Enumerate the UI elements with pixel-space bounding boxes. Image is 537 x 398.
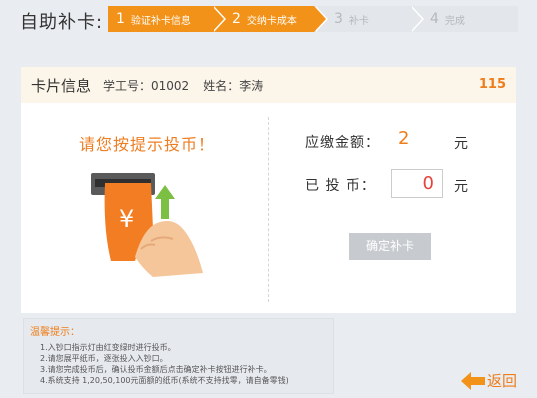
step-3-number: 3 [334, 11, 343, 27]
step-4-label: 完成 [444, 15, 465, 27]
tips-title: 温馨提示： [30, 327, 80, 338]
step-3-label: 补卡 [348, 15, 369, 27]
step-4-number: 4 [430, 11, 439, 27]
step-2-label: 交纳卡成本 [246, 15, 297, 27]
amount-due-label: 应缴金额： [305, 135, 380, 151]
amount-due-unit: 元 [454, 136, 468, 152]
page-title: 自助补卡: [20, 12, 104, 33]
step-1-number: 1 [116, 11, 125, 27]
step-1: 1 验证补卡信息 [108, 6, 226, 32]
insert-prompt: 请您按提示投币！ [79, 135, 216, 154]
back-label: 返回 [487, 372, 518, 390]
divider [268, 117, 269, 302]
staff-name: 姓名：李涛 [203, 78, 264, 93]
confirm-reissue-button[interactable]: 确定补卡 [349, 233, 431, 260]
tips-panel: 温馨提示： 1.入钞口指示灯由红变绿时进行投币。 2.请您展平纸币，逐张投入入钞… [23, 318, 334, 394]
tip-line: 2.请您展平纸币，逐张投入入钞口。 [40, 354, 168, 363]
back-button[interactable]: 返回 [461, 370, 517, 391]
step-2-number: 2 [232, 11, 241, 27]
tip-line: 1.入钞口指示灯由红变绿时进行投币。 [40, 343, 176, 352]
svg-text:¥: ¥ [119, 205, 134, 233]
insert-banknote-icon: ¥ [91, 173, 203, 277]
step-3: 3 补卡 [314, 6, 424, 32]
inserted-unit: 元 [454, 179, 468, 195]
step-progress: 1 验证补卡信息 2 交纳卡成本 3 补卡 4 完成 [108, 6, 518, 32]
header: 自助补卡: 1 验证补卡信息 2 交纳卡成本 3 补卡 4 完成 [0, 0, 537, 42]
step-2: 2 交纳卡成本 [212, 6, 328, 32]
back-arrow-icon [461, 371, 485, 390]
countdown-counter: 115 [478, 77, 506, 92]
tip-line: 3.请您完成投币后，确认投币金额后点击确定补卡按钮进行补卡。 [40, 365, 272, 374]
tip-line: 4.系统支持 1,20,50,100元面额的纸币(系统不支持找零，请自备零钱) [40, 376, 289, 385]
inserted-label: 已 投 币： [305, 178, 376, 194]
step-1-label: 验证补卡信息 [130, 15, 191, 27]
card-info-title: 卡片信息 [31, 76, 92, 95]
insert-illustration-area: 请您按提示投币！ ¥ [21, 103, 269, 313]
step-4: 4 完成 [410, 6, 518, 32]
staff-id: 学工号：01002 [103, 78, 190, 93]
amount-due-value: 2 [398, 128, 410, 149]
inserted-amount-field: 0 [391, 169, 443, 198]
card-info-header: 卡片信息 学工号：01002 姓名：李涛 115 [21, 67, 516, 103]
